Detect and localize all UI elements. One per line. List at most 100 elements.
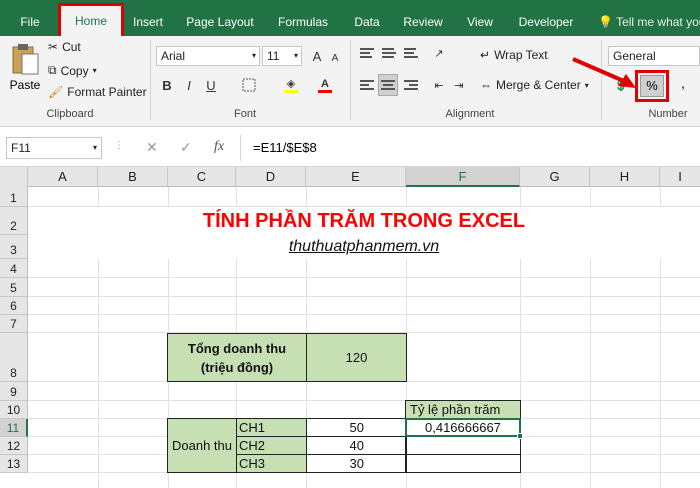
wrap-text-button[interactable]: ↵ Wrap Text [480, 48, 548, 62]
cut-button[interactable]: ✂ Cut [48, 40, 81, 54]
row-header[interactable]: 4 [0, 259, 28, 278]
row-header[interactable]: 1 [0, 187, 28, 207]
align-left-icon[interactable] [358, 76, 376, 94]
row-header-selected[interactable]: 11 [0, 419, 28, 437]
scissors-icon: ✂ [48, 40, 59, 54]
alignment-group-label: Alignment [445, 108, 495, 120]
value-cell[interactable]: 40 [306, 436, 407, 455]
align-middle-svg [382, 48, 396, 58]
decrease-indent-icon[interactable]: ⇤ [430, 76, 448, 94]
insert-function-icon[interactable]: fx [214, 139, 224, 155]
tab-developer[interactable]: Developer [515, 0, 577, 36]
paste-button[interactable]: Paste [6, 40, 44, 100]
row-header[interactable]: 12 [0, 437, 28, 455]
column-header[interactable]: C [168, 167, 236, 187]
number-group-label: Number [648, 108, 688, 120]
row-header[interactable]: 9 [0, 382, 28, 401]
ribbon-home: Paste ✂ Cut ⧉ Copy ▾ 🖌 Format Painter Clipbo… [0, 36, 700, 127]
name-box[interactable]: F11 ▾ [6, 137, 102, 159]
row-header[interactable]: 8 [0, 333, 28, 382]
copy-button[interactable]: ⧉ Copy ▾ [48, 63, 97, 78]
lightbulb-icon: 💡 [598, 15, 613, 29]
channel-cell[interactable]: CH2 [236, 436, 307, 455]
row-header[interactable]: 13 [0, 455, 28, 473]
tab-home[interactable]: Home [58, 3, 124, 39]
align-top-icon[interactable] [358, 44, 376, 62]
sheet-title[interactable]: TÍNH PHẦN TRĂM TRONG EXCEL [28, 207, 700, 235]
shrink-font-icon[interactable]: A [326, 49, 344, 67]
tab-page-layout[interactable]: Page Layout [184, 0, 256, 36]
revenue-group-cell[interactable]: Doanh thu [167, 418, 237, 473]
enter-icon[interactable]: ✓ [180, 139, 192, 156]
column-header[interactable]: I [660, 167, 700, 187]
tab-formulas[interactable]: Formulas [274, 0, 332, 36]
chevron-down-icon: ▾ [293, 51, 298, 60]
format-painter-label: Format Painter [67, 85, 147, 99]
column-header[interactable]: G [520, 167, 590, 187]
italic-button[interactable]: I [180, 76, 198, 94]
align-center-icon[interactable] [378, 74, 398, 96]
orientation-icon[interactable]: ↗ [430, 44, 448, 62]
cancel-icon[interactable]: ✕ [146, 139, 158, 156]
merge-icon: ⇔ [480, 78, 492, 92]
borders-icon-svg [242, 78, 256, 92]
align-bottom-icon[interactable] [402, 44, 420, 62]
percent-header-cell[interactable]: Tỷ lệ phần trăm [405, 400, 521, 419]
grow-font-icon[interactable]: A [308, 47, 326, 65]
align-middle-icon[interactable] [380, 44, 398, 62]
vertical-dots-icon: ⋮ [114, 140, 124, 151]
copy-label: Copy [60, 63, 89, 78]
value-cell[interactable]: 50 [306, 418, 407, 437]
column-header[interactable]: B [98, 167, 168, 187]
fill-color-icon[interactable]: ◈ [282, 76, 300, 94]
row-header[interactable]: 10 [0, 401, 28, 419]
total-revenue-label-cell[interactable]: Tổng doanh thu (triệu đồng) [167, 333, 307, 382]
font-size-select[interactable]: 11 ▾ [262, 46, 302, 66]
tell-me-box[interactable]: 💡 Tell me what you [598, 0, 700, 36]
row-header[interactable]: 7 [0, 315, 28, 333]
channel-cell[interactable]: CH3 [236, 454, 307, 473]
comma-style-button[interactable]: , [674, 76, 692, 94]
underline-button[interactable]: U [202, 76, 220, 94]
divider [350, 40, 351, 120]
tab-file[interactable]: File [12, 0, 48, 36]
paste-icon [12, 44, 39, 75]
select-all-corner[interactable] [0, 167, 28, 187]
borders-icon[interactable] [240, 76, 258, 94]
result-cell[interactable] [405, 454, 521, 473]
align-right-icon[interactable] [402, 76, 420, 94]
row-header[interactable]: 5 [0, 278, 28, 297]
font-name-select[interactable]: Arial ▾ [156, 46, 260, 66]
row-header[interactable]: 3 [0, 235, 28, 259]
bold-button[interactable]: B [158, 76, 176, 94]
channel-cell[interactable]: CH1 [236, 418, 307, 437]
formula-input[interactable]: =E11/$E$8 [240, 135, 700, 161]
fill-handle[interactable] [517, 433, 523, 439]
row-header[interactable]: 6 [0, 297, 28, 315]
format-painter-button[interactable]: 🖌 Format Painter [48, 85, 147, 99]
tell-me-text: Tell me what you [616, 15, 700, 29]
row-header[interactable]: 2 [0, 207, 28, 235]
tab-insert[interactable]: Insert [126, 0, 170, 36]
total-revenue-value-cell[interactable]: 120 [306, 333, 407, 382]
column-header[interactable]: A [28, 167, 98, 187]
wrap-text-icon: ↵ [480, 48, 491, 62]
align-top-svg [360, 48, 374, 58]
sheet-subtitle[interactable]: thuthuatphanmem.vn [28, 235, 700, 259]
tab-data[interactable]: Data [349, 0, 385, 36]
value-cell[interactable]: 30 [306, 454, 407, 473]
font-color-icon[interactable]: A [316, 76, 334, 94]
increase-indent-icon[interactable]: ⇥ [450, 76, 468, 94]
align-bottom-svg [404, 48, 418, 58]
result-cell[interactable] [405, 436, 521, 455]
column-header[interactable]: H [590, 167, 660, 187]
red-arrow-annotation [572, 57, 636, 88]
chevron-down-icon: ▾ [92, 66, 97, 75]
column-header[interactable]: D [236, 167, 306, 187]
selected-cell-f11[interactable]: 0,416666667 [405, 418, 521, 437]
gridline [28, 400, 700, 401]
column-header[interactable]: E [306, 167, 406, 187]
tab-view[interactable]: View [462, 0, 498, 36]
column-header-selected[interactable]: F [406, 167, 520, 187]
tab-review[interactable]: Review [400, 0, 446, 36]
